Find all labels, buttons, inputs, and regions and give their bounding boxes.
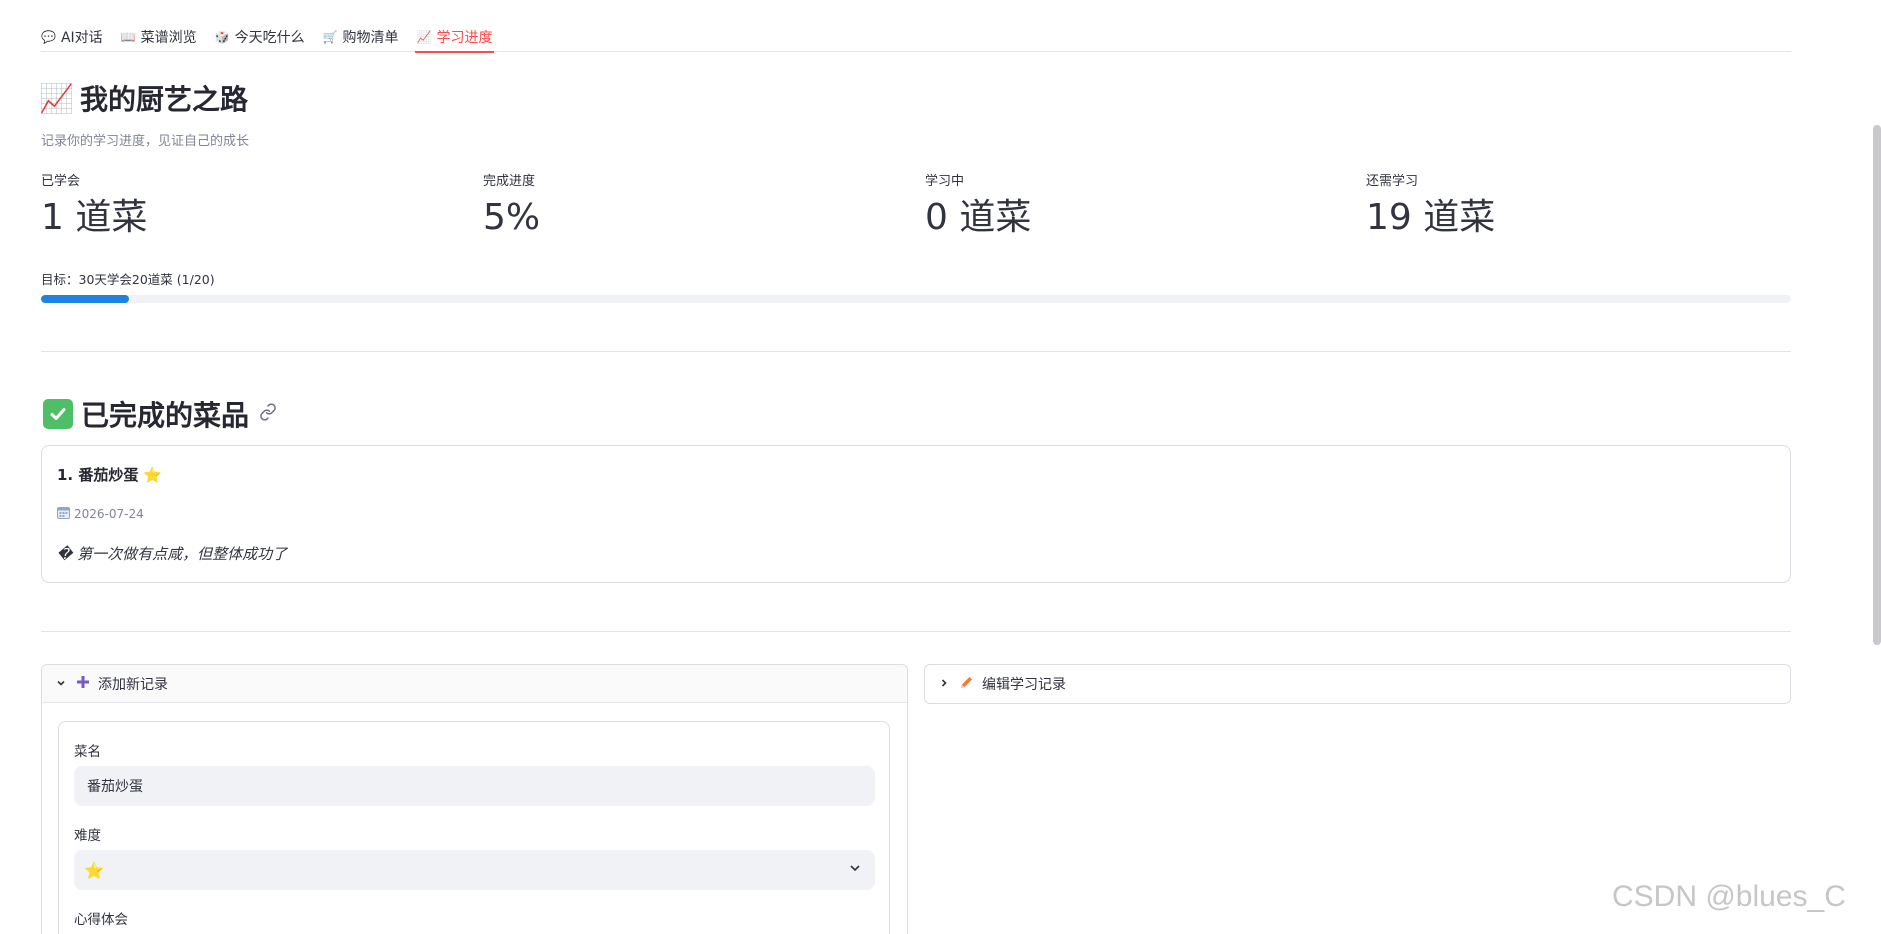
metric-value: 19 道菜 [1366,197,1496,238]
dish-name-text: 1. 番茄炒蛋 [57,466,139,484]
scrollbar[interactable] [1873,125,1881,645]
dish-date-text: 2026-07-24 [74,507,144,521]
metric-value: 5% [483,197,541,238]
chart-increasing-icon: 📈 [39,81,74,115]
notes-label: 心得体会 [74,912,128,928]
link-icon[interactable] [259,402,277,426]
star-icon: ⭐ [84,860,104,880]
add-record-expander: 添加新记录 菜名 难度 ⭐ 心得体会 [41,664,908,934]
tab-label: AI对话 [60,29,103,46]
metric-label: 还需学习 [1366,174,1419,189]
tab-label: 学习进度 [436,29,493,46]
speech-bubble-icon: 💬 [41,29,56,44]
chevron-down-icon [849,862,861,878]
tab-recipe-browse[interactable]: 📖 菜谱浏览 [121,14,197,52]
page-subtitle: 记录你的学习进度，见证自己的成长 [41,134,250,149]
dish-note: � 第一次做有点咸，但整体成功了 [57,545,288,563]
edit-record-label: 编辑学习记录 [982,677,1066,693]
dish-date: 2026-07-24 [57,506,144,522]
metric-completion: 完成进度 5% [483,170,540,237]
metric-label: 完成进度 [483,174,536,189]
metric-remaining: 还需学习 19 道菜 [1366,170,1495,237]
page-title: 📈 我的厨艺之路 [39,78,249,118]
metric-label: 学习中 [925,174,965,189]
plus-icon [76,675,90,693]
tab-bar: 💬 AI对话 📖 菜谱浏览 🎲 今天吃什么 🛒 购物清单 📈 学习进度 [41,14,1791,53]
metric-learned: 已学会 1 道菜 [41,170,147,237]
page-title-text: 我的厨艺之路 [80,83,249,116]
metric-value: 0 道菜 [925,197,1032,238]
watermark: CSDN @blues_C [1612,880,1846,913]
tab-what-to-eat[interactable]: 🎲 今天吃什么 [215,14,305,52]
metric-learning: 学习中 0 道菜 [925,170,1031,237]
tab-learning-progress[interactable]: 📈 学习进度 [414,14,495,53]
add-record-form: 菜名 难度 ⭐ 心得体会 [58,721,890,934]
completed-dish-card: 1. 番茄炒蛋 ⭐ 2026-07-24 � 第一次做有点咸，但整体成功了 [41,445,1791,583]
completed-section-title: 已完成的菜品 [43,394,277,434]
divider [41,351,1791,352]
tab-label: 菜谱浏览 [140,29,197,46]
metric-value: 1 道菜 [41,197,148,238]
page: 💬 AI对话 📖 菜谱浏览 🎲 今天吃什么 🛒 购物清单 📈 学习进度 📈 我的… [0,0,1881,934]
edit-record-header[interactable]: 编辑学习记录 [925,665,1790,703]
dish-name-label: 菜名 [74,744,101,760]
dice-icon: 🎲 [214,29,230,44]
tab-label: 购物清单 [342,29,399,46]
dish-name-input[interactable] [74,766,875,806]
chevron-down-icon [56,677,68,691]
dish-name: 1. 番茄炒蛋 ⭐ [57,464,162,485]
goal-progress-fill [41,295,129,303]
book-icon: 📖 [120,29,136,44]
tab-shopping-list[interactable]: 🛒 购物清单 [323,14,399,52]
calendar-icon [57,506,70,522]
chart-increasing-icon: 📈 [416,29,432,44]
pencil-icon [959,675,974,694]
metric-label: 已学会 [41,174,81,189]
difficulty-label: 难度 [74,828,101,844]
check-mark-icon [43,399,73,429]
star-icon: ⭐ [143,465,163,484]
divider [41,631,1791,632]
difficulty-select[interactable]: ⭐ [74,850,875,890]
add-record-header[interactable]: 添加新记录 [42,665,907,703]
tab-label: 今天吃什么 [234,29,305,46]
tab-ai-chat[interactable]: 💬 AI对话 [41,14,103,52]
goal-progress-bar [41,295,1791,303]
cart-icon: 🛒 [322,29,338,44]
section-title-text: 已完成的菜品 [81,399,250,432]
chevron-right-icon [939,677,951,691]
goal-label: 目标：30天学会20道菜 (1/20) [41,272,215,287]
edit-record-expander: 编辑学习记录 [924,664,1791,704]
add-record-label: 添加新记录 [98,676,168,693]
